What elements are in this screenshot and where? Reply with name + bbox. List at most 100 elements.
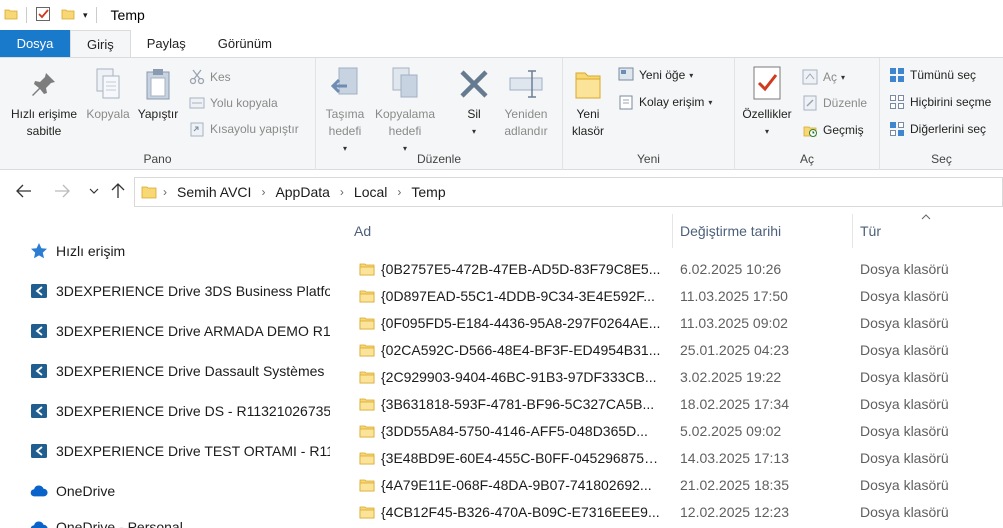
folder-icon	[359, 262, 375, 276]
new-item-button[interactable]: Yeni öğe ▾	[617, 64, 693, 86]
easy-access-button[interactable]: Kolay erişim ▾	[617, 91, 712, 113]
breadcrumb-item[interactable]: AppData	[275, 184, 329, 200]
move-to-button[interactable]: Taşıma hedefi ▾	[322, 64, 368, 157]
chevron-right-icon[interactable]: ›	[261, 185, 265, 199]
up-arrow-icon[interactable]	[108, 181, 128, 201]
move-to-icon	[327, 64, 363, 104]
new-folder-button[interactable]: Yeni klasör	[567, 64, 609, 140]
pin-icon	[26, 64, 62, 104]
file-row[interactable]: {2C929903-9404-46BC-91B3-97DF333CB... 3.0…	[331, 364, 1003, 391]
copy-icon	[90, 64, 126, 104]
copy-path-button[interactable]: Yolu kopyala	[188, 92, 278, 114]
nav-item-3dexperience-drive[interactable]: 3DEXPERIENCE Drive 3DS Business Platfo	[30, 279, 330, 303]
file-row[interactable]: {0D897EAD-55C1-4DDB-9C34-3E4E592F... 11.0…	[331, 283, 1003, 310]
paste-button[interactable]: Yapıştır	[134, 64, 182, 123]
file-row[interactable]: {3B631818-593F-4781-BF96-5C327CA5B... 18.…	[331, 391, 1003, 418]
customize-toolbar-icon[interactable]: ▾	[83, 10, 88, 21]
copy-button[interactable]: Kopyala	[84, 64, 132, 123]
tab-file[interactable]: Dosya	[0, 30, 70, 57]
copy-to-label-line2: hedefi	[388, 124, 422, 138]
pin-label-line2: sabitle	[26, 124, 62, 138]
copy-to-icon	[387, 64, 423, 104]
file-row[interactable]: {3DD55A84-5750-4146-AFF5-048D365D... 5.02…	[331, 418, 1003, 445]
breadcrumb-item[interactable]: Local	[354, 184, 387, 200]
chevron-right-icon[interactable]: ›	[397, 185, 401, 199]
column-header-date[interactable]: Değiştirme tarihi	[672, 212, 852, 250]
copy-to-button[interactable]: Kopyalama hedefi ▾	[372, 64, 438, 157]
file-type: Dosya klasörü	[860, 342, 949, 358]
nav-item-label: 3DEXPERIENCE Drive ARMADA DEMO R1	[56, 323, 330, 339]
properties-icon	[749, 64, 785, 104]
nav-item-3dexperience-drive[interactable]: 3DEXPERIENCE Drive DS - R11321026735	[30, 399, 330, 423]
chevron-right-icon[interactable]: ›	[163, 185, 167, 199]
nav-item-quick-access[interactable]: Hızlı erişim	[30, 239, 125, 263]
nav-item-onedrive-personal[interactable]: OneDrive - Personal	[30, 515, 183, 528]
file-date: 11.03.2025 09:02	[680, 315, 788, 331]
nav-item-3dexperience-drive[interactable]: 3DEXPERIENCE Drive ARMADA DEMO R1	[30, 319, 330, 343]
chevron-right-icon[interactable]: ›	[340, 185, 344, 199]
column-header-name[interactable]: Ad	[346, 212, 666, 250]
folder-icon	[359, 478, 375, 492]
select-none-button[interactable]: Hiçbirini seçme	[888, 91, 991, 113]
paste-icon	[140, 64, 176, 104]
title-bar: ▾ Temp	[0, 0, 1003, 30]
back-arrow-icon[interactable]	[14, 181, 34, 201]
file-type: Dosya klasörü	[860, 315, 949, 331]
history-button[interactable]: Geçmiş	[801, 119, 864, 141]
recent-locations-chevron-icon[interactable]	[84, 181, 104, 201]
new-folder-quick-icon[interactable]	[61, 7, 75, 24]
select-all-button[interactable]: Tümünü seç	[888, 64, 976, 86]
nav-item-label: 3DEXPERIENCE Drive DS - R11321026735	[56, 403, 330, 419]
delete-x-icon	[456, 64, 492, 104]
file-type: Dosya klasörü	[860, 261, 949, 277]
file-row[interactable]: {4CB12F45-B326-470A-B09C-E7316EEE9... 12.…	[331, 499, 1003, 526]
folder-icon	[359, 451, 375, 465]
group-label-clipboard: Pano	[143, 152, 172, 166]
file-date: 21.02.2025 18:35	[680, 477, 789, 493]
delete-button[interactable]: Sil ▾	[452, 64, 496, 140]
3dexperience-icon	[30, 322, 48, 340]
3dexperience-icon	[30, 442, 48, 460]
nav-item-3dexperience-drive[interactable]: 3DEXPERIENCE Drive TEST ORTAMI - R11	[30, 439, 330, 463]
properties-button[interactable]: Özellikler ▾	[737, 64, 797, 140]
breadcrumb-item[interactable]: Temp	[411, 184, 445, 200]
pin-quick-access-button[interactable]: Hızlı erişime sabitle	[8, 64, 80, 140]
group-label-select: Seç	[931, 152, 952, 166]
file-name: {3B631818-593F-4781-BF96-5C327CA5B...	[381, 396, 655, 412]
file-row[interactable]: {3E48BD9E-60E4-455C-B0FF-0452968755... 14…	[331, 445, 1003, 472]
properties-quick-icon[interactable]	[35, 6, 51, 25]
tab-home[interactable]: Giriş	[70, 30, 131, 57]
onedrive-icon	[30, 482, 48, 500]
rename-icon	[508, 64, 544, 104]
cut-label: Kes	[210, 70, 231, 84]
paste-shortcut-button[interactable]: Kısayolu yapıştır	[188, 118, 299, 140]
file-row[interactable]: {0F095FD5-E184-4436-95A8-297F0264AE... 11…	[331, 310, 1003, 337]
open-button[interactable]: Aç ▾	[801, 66, 845, 88]
chevron-down-icon: ▾	[708, 97, 713, 107]
tab-view[interactable]: Görünüm	[202, 30, 288, 57]
3dexperience-icon	[30, 282, 48, 300]
address-bar[interactable]: › Semih AVCI › AppData › Local › Temp	[134, 177, 1003, 207]
invert-selection-button[interactable]: Diğerlerini seç	[888, 118, 986, 140]
nav-item-3dexperience-drive[interactable]: 3DEXPERIENCE Drive Dassault Systèmes	[30, 359, 324, 383]
file-date: 5.02.2025 09:02	[680, 423, 782, 439]
ribbon: Hızlı erişime sabitle Kopyala Yapıştır K…	[0, 57, 1003, 170]
rename-button[interactable]: Yeniden adlandır	[500, 64, 552, 140]
tab-share[interactable]: Paylaş	[131, 30, 202, 57]
copy-to-label-line1: Kopyalama	[374, 107, 436, 121]
cut-button[interactable]: Kes	[188, 66, 231, 88]
breadcrumb-item[interactable]: Semih AVCI	[177, 184, 251, 200]
file-date: 11.03.2025 17:50	[680, 288, 788, 304]
file-row[interactable]: {0B2757E5-472B-47EB-AD5D-83F79C8E5... 6.0…	[331, 256, 1003, 283]
forward-arrow-icon[interactable]	[52, 181, 72, 201]
chevron-down-icon: ▾	[689, 70, 694, 80]
column-header-type[interactable]: Tür	[852, 212, 1003, 250]
new-folder-label-line2: klasör	[571, 124, 604, 138]
file-name: {3E48BD9E-60E4-455C-B0FF-0452968755...	[381, 450, 663, 466]
select-all-icon	[888, 66, 906, 84]
nav-item-onedrive[interactable]: OneDrive	[30, 479, 115, 503]
edit-button[interactable]: Düzenle	[801, 92, 867, 114]
group-open: Özellikler ▾ Aç ▾ Düzenle Geçmiş Aç	[735, 58, 880, 170]
file-row[interactable]: {4A79E11E-068F-48DA-9B07-741802692... 21.…	[331, 472, 1003, 499]
file-row[interactable]: {02CA592C-D566-48E4-BF3F-ED4954B31... 25.…	[331, 337, 1003, 364]
